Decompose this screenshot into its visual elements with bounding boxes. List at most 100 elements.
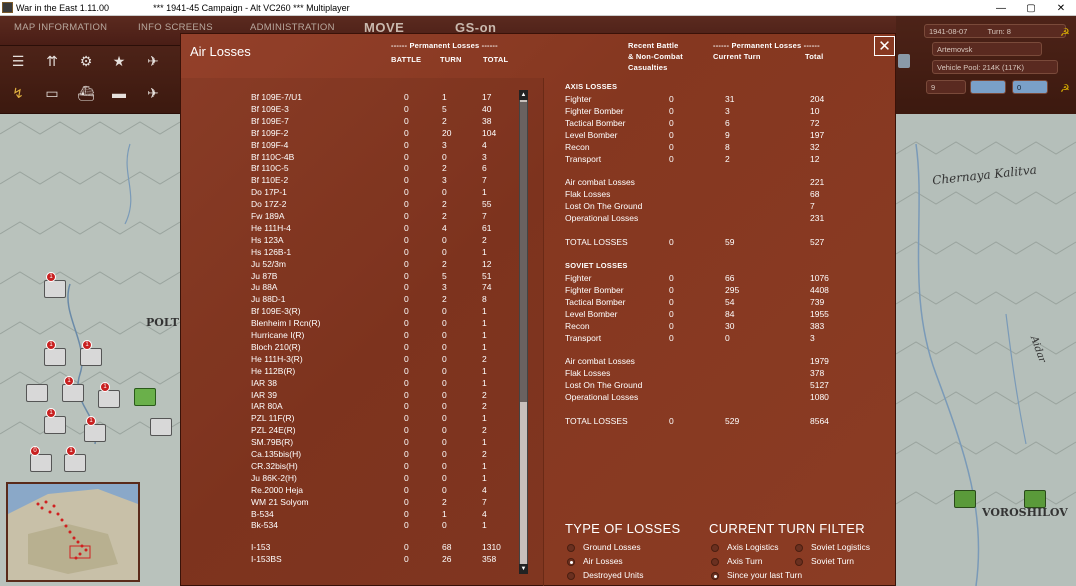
side-handle-icon[interactable] — [898, 54, 910, 68]
map-unit[interactable] — [84, 424, 106, 442]
map-unit[interactable] — [44, 416, 66, 434]
turn-column-header: TURN — [440, 55, 462, 64]
air-losses-radio[interactable] — [567, 558, 575, 566]
aircraft-name: Bf 109F-4 — [251, 139, 289, 150]
close-dialog-button[interactable]: ✕ — [874, 36, 895, 56]
soviet-turn-radio[interactable] — [795, 558, 803, 566]
arrows-up-icon[interactable]: ⇈ — [40, 50, 64, 72]
battle-value: 0 — [404, 496, 409, 507]
current-turn-value: 54 — [725, 296, 735, 307]
window-controls: — ▢ ✕ — [986, 0, 1076, 16]
game-turn: Turn: 8 — [987, 27, 1011, 36]
stack-icon[interactable]: ☰ — [6, 50, 30, 72]
ground-losses-radio[interactable] — [567, 544, 575, 552]
map-unit[interactable] — [62, 384, 84, 402]
map-unit-selected[interactable] — [134, 388, 156, 406]
soviet-logistics-label[interactable]: Soviet Logistics — [811, 542, 870, 552]
toggle-box[interactable] — [970, 80, 1006, 94]
map-unit[interactable] — [150, 418, 172, 436]
axis-turn-label[interactable]: Axis Turn — [727, 556, 762, 566]
turn-value: 3 — [442, 139, 447, 150]
since-last-turn-radio[interactable] — [711, 572, 719, 580]
scrollbar-thumb[interactable] — [520, 102, 527, 402]
axis-turn-radio[interactable] — [711, 558, 719, 566]
loss-cause-label: Air combat Losses — [565, 356, 635, 367]
aircraft-type-label: Tactical Bomber — [565, 117, 626, 128]
map-unit[interactable] — [44, 348, 66, 366]
train-icon[interactable]: ▭ — [40, 82, 64, 104]
recent-battle-value: 0 — [669, 129, 674, 140]
loss-cause-label: Operational Losses — [565, 392, 639, 403]
axis-logistics-radio[interactable] — [711, 544, 719, 552]
ground-losses-label[interactable]: Ground Losses — [583, 542, 641, 552]
turn-value: 26 — [442, 554, 452, 565]
tab-map-information[interactable]: MAP INFORMATION — [14, 22, 107, 33]
battle-value: 0 — [404, 413, 409, 424]
total-value: 2 — [482, 425, 487, 436]
map-unit[interactable] — [98, 390, 120, 408]
aircraft-name: Bf 109E-3(R) — [251, 306, 301, 317]
air-strike-icon[interactable]: ✈ — [141, 82, 165, 104]
map-unit[interactable] — [26, 384, 48, 402]
since-last-turn-label[interactable]: Since your last Turn — [727, 570, 802, 580]
window-title: *** 1941-45 Campaign - Alt VC260 *** Mul… — [153, 2, 350, 13]
aircraft-name: He 111H-4 — [251, 222, 291, 233]
battle-value: 0 — [404, 484, 409, 495]
destroyed-units-radio[interactable] — [567, 572, 575, 580]
loss-cause-total: 231 — [810, 213, 825, 224]
star-icon[interactable]: ★ — [107, 50, 131, 72]
tab-administration[interactable]: ADMINISTRATION — [250, 22, 335, 33]
axis-losses-title: AXIS LOSSES — [565, 82, 618, 91]
aircraft-name: Bf 110C-5 — [251, 163, 289, 174]
aircraft-name: Bf 109E-7/U1 — [251, 92, 303, 102]
date-turn-box: 1941-08-07 Turn: 8 — [924, 24, 1066, 38]
recent-battle-value: 0 — [669, 153, 674, 164]
map-right[interactable]: Chernaya Kalitva Aidar VOROSHILOV — [896, 114, 1076, 586]
battle-value: 0 — [404, 554, 409, 565]
maximize-button[interactable]: ▢ — [1016, 0, 1046, 16]
loss-cause-label: Flak Losses — [565, 368, 611, 379]
current-turn-value: 31 — [725, 94, 735, 104]
recent-battle-value: 0 — [669, 117, 674, 128]
map-left[interactable]: POLT 1 1 1 1 1 1 1 0 1 — [0, 114, 180, 586]
battle-value: 0 — [404, 377, 409, 388]
battle-value: 0 — [404, 222, 409, 233]
map-unit[interactable] — [44, 280, 66, 298]
turn-value: 0 — [442, 234, 447, 245]
scroll-up-button[interactable]: ▲ — [519, 90, 528, 100]
aircraft-name: SM.79B(R) — [251, 437, 294, 448]
current-turn-value: 30 — [725, 320, 735, 331]
map-unit-hq[interactable] — [1024, 490, 1046, 508]
map-unit[interactable] — [30, 454, 52, 472]
map-unit-hq[interactable] — [954, 490, 976, 508]
ship-icon[interactable]: ⛴ — [74, 82, 98, 104]
map-unit[interactable] — [64, 454, 86, 472]
boat-icon[interactable]: ▬ — [107, 82, 131, 104]
destroyed-units-label[interactable]: Destroyed Units — [583, 570, 643, 580]
minimize-button[interactable]: — — [986, 0, 1016, 16]
total-value: 4 — [482, 484, 487, 495]
close-window-button[interactable]: ✕ — [1046, 0, 1076, 16]
battle-value: 0 — [404, 199, 409, 210]
plane-icon[interactable]: ✈ — [141, 50, 165, 72]
total-value: 17 — [482, 92, 492, 102]
air-losses-label[interactable]: Air Losses — [583, 556, 623, 566]
aircraft-type-label: Fighter Bomber — [565, 105, 624, 116]
minimap[interactable] — [6, 482, 140, 582]
soviet-logistics-radio[interactable] — [795, 544, 803, 552]
turn-value: 0 — [442, 413, 447, 424]
total-value: 32 — [810, 141, 820, 152]
soviet-turn-label[interactable]: Soviet Turn — [811, 556, 854, 566]
path-icon[interactable]: ↯ — [6, 82, 30, 104]
aircraft-type-label: Recon — [565, 141, 590, 152]
recent-battle-value: 0 — [669, 94, 674, 104]
battle-value: 0 — [404, 542, 409, 553]
map-unit[interactable] — [80, 348, 102, 366]
recent-battle-value: 0 — [669, 332, 674, 343]
tab-info-screens[interactable]: INFO SCREENS — [138, 22, 213, 33]
gear-icon[interactable]: ⚙ — [74, 50, 98, 72]
total-value: 1076 — [810, 273, 829, 283]
axis-logistics-label[interactable]: Axis Logistics — [727, 542, 779, 552]
total-turn-value: 59 — [725, 237, 735, 247]
scroll-down-button[interactable]: ▼ — [519, 564, 528, 574]
